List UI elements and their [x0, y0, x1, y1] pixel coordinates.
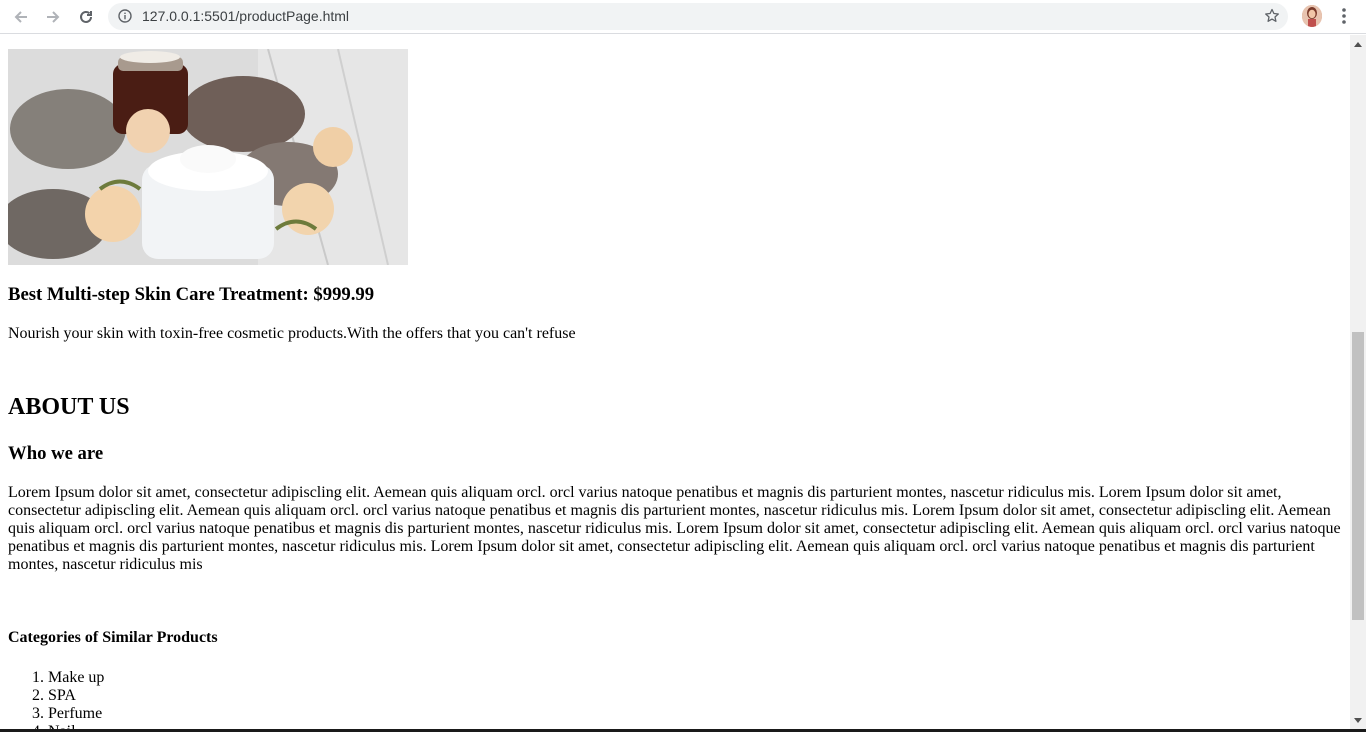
info-icon[interactable]	[118, 9, 132, 23]
categories-heading: Categories of Similar Products	[8, 629, 218, 646]
product-image	[8, 49, 408, 265]
scroll-up-button[interactable]	[1350, 37, 1366, 51]
list-item: SPA	[48, 687, 104, 705]
caret-up-icon	[1354, 42, 1362, 47]
vertical-scrollbar[interactable]	[1350, 35, 1366, 730]
about-heading: ABOUT US	[8, 394, 130, 420]
reload-button[interactable]	[74, 5, 98, 29]
caret-down-icon	[1354, 718, 1362, 723]
list-item: Make up	[48, 669, 104, 687]
back-button[interactable]	[9, 5, 33, 29]
who-we-are-heading: Who we are	[8, 443, 104, 464]
categories-list: Make up SPA Perfume Nail	[8, 669, 104, 732]
avatar-icon	[1302, 5, 1322, 27]
forward-button[interactable]	[41, 5, 65, 29]
url-text[interactable]: 127.0.0.1:5501/productPage.html	[142, 8, 349, 24]
product-description: Nourish your skin with toxin-free cosmet…	[8, 325, 576, 342]
page-content: Best Multi-step Skin Care Treatment: $99…	[0, 35, 1350, 732]
star-icon[interactable]	[1264, 8, 1280, 24]
arrow-left-icon	[14, 11, 27, 23]
reload-icon	[80, 10, 92, 23]
browser-menu-button[interactable]	[1336, 6, 1352, 26]
scrollbar-thumb[interactable]	[1352, 332, 1364, 620]
list-item: Perfume	[48, 705, 104, 723]
browser-toolbar: 127.0.0.1:5501/productPage.html	[0, 0, 1366, 34]
kebab-menu-icon	[1342, 8, 1346, 24]
scroll-down-button[interactable]	[1350, 714, 1366, 728]
product-title: Best Multi-step Skin Care Treatment: $99…	[8, 284, 375, 305]
address-bar[interactable]: 127.0.0.1:5501/productPage.html	[108, 3, 1288, 30]
profile-avatar[interactable]	[1302, 5, 1322, 27]
arrow-right-icon	[47, 11, 60, 23]
about-body-text: Lorem Ipsum dolor sit amet, consectetur …	[8, 484, 1341, 573]
